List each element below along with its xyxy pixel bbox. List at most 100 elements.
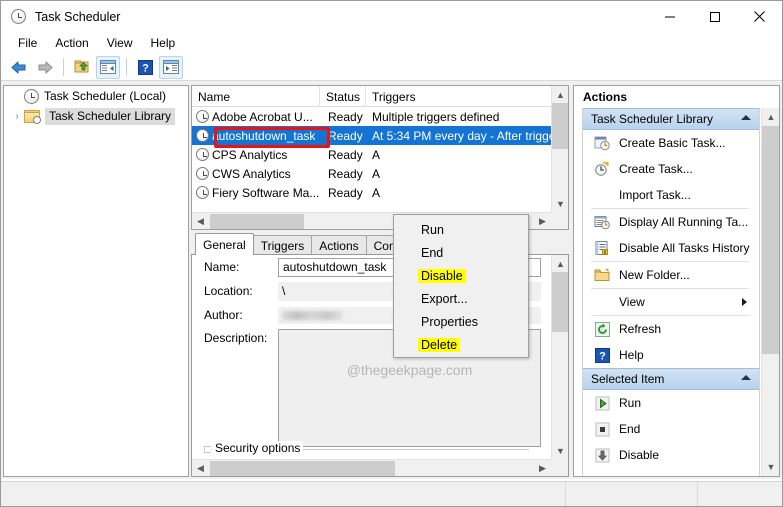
column-header-status[interactable]: Status bbox=[320, 86, 366, 107]
scroll-thumb-h[interactable] bbox=[210, 214, 304, 229]
action-label: Disable All Tasks History bbox=[619, 241, 750, 255]
main-area: Task Scheduler (Local) › Task Scheduler … bbox=[1, 81, 782, 479]
scroll-thumb-h[interactable] bbox=[210, 461, 395, 476]
scroll-thumb[interactable] bbox=[552, 272, 568, 332]
scroll-thumb[interactable] bbox=[552, 103, 568, 149]
actions-vertical-scrollbar[interactable]: ▲ ▼ bbox=[761, 108, 779, 476]
clock-icon bbox=[192, 167, 212, 180]
scroll-down-icon[interactable]: ▼ bbox=[762, 458, 779, 476]
tree-item-task-scheduler-library[interactable]: › Task Scheduler Library bbox=[4, 106, 188, 126]
clock-icon bbox=[192, 129, 212, 142]
scroll-down-icon[interactable]: ▼ bbox=[552, 195, 568, 212]
disable-icon bbox=[591, 446, 613, 464]
action-disable[interactable]: Disable bbox=[583, 442, 759, 468]
task-triggers: A bbox=[372, 166, 381, 181]
task-triggers: At 5:34 PM every day - After triggered, … bbox=[372, 128, 562, 143]
details-horizontal-scrollbar[interactable]: ◀ ▶ bbox=[192, 459, 551, 476]
task-name: Fiery Software Ma... bbox=[212, 185, 320, 200]
action-create-basic-task[interactable]: Create Basic Task... bbox=[583, 130, 759, 156]
tab-general[interactable]: General bbox=[195, 233, 254, 255]
scroll-thumb[interactable] bbox=[762, 126, 779, 354]
action-label: Export... bbox=[619, 474, 664, 476]
context-menu: Run End Disable Export... Properties Del… bbox=[393, 214, 529, 358]
context-menu-item-end[interactable]: End bbox=[394, 241, 528, 264]
tree-item-task-scheduler-local[interactable]: Task Scheduler (Local) bbox=[4, 86, 188, 106]
clock-icon bbox=[11, 8, 27, 25]
toolbar-separator bbox=[63, 58, 64, 76]
tab-triggers[interactable]: Triggers bbox=[252, 235, 313, 255]
context-menu-item-disable[interactable]: Disable bbox=[394, 264, 528, 287]
action-export[interactable]: Export... bbox=[583, 468, 759, 476]
action-disable-all-tasks-history[interactable]: Disable All Tasks History bbox=[583, 235, 759, 261]
menu-view[interactable]: View bbox=[98, 33, 142, 53]
scroll-down-icon[interactable]: ▼ bbox=[552, 442, 568, 459]
help-icon[interactable]: ? bbox=[133, 56, 157, 79]
action-label: View bbox=[619, 295, 645, 309]
menu-file[interactable]: File bbox=[9, 33, 46, 53]
actions-group-header-library[interactable]: Task Scheduler Library bbox=[583, 108, 759, 130]
scroll-right-icon[interactable]: ▶ bbox=[534, 213, 551, 229]
show-hide-action-pane-icon[interactable] bbox=[159, 55, 183, 79]
actions-group-header-selected-item[interactable]: Selected Item bbox=[583, 368, 759, 390]
action-refresh[interactable]: Refresh bbox=[583, 316, 759, 342]
up-folder-icon[interactable] bbox=[70, 56, 94, 79]
scroll-up-icon[interactable]: ▲ bbox=[552, 255, 568, 272]
action-end[interactable]: End bbox=[583, 416, 759, 442]
toolbar: ? bbox=[1, 54, 782, 81]
context-menu-item-properties[interactable]: Properties bbox=[394, 310, 528, 333]
task-list-vertical-scrollbar[interactable]: ▲ ▼ bbox=[551, 86, 568, 212]
forward-arrow-icon[interactable] bbox=[33, 56, 57, 79]
actions-pane: Actions Task Scheduler Library Create Ba… bbox=[573, 85, 780, 477]
window-title: Task Scheduler bbox=[35, 9, 121, 24]
action-run[interactable]: Run bbox=[583, 390, 759, 416]
back-arrow-icon[interactable] bbox=[7, 56, 31, 79]
action-label: Create Task... bbox=[619, 162, 693, 176]
window-controls bbox=[647, 1, 782, 32]
action-import-task[interactable]: Import Task... bbox=[583, 182, 759, 208]
table-row[interactable]: Adobe Acrobat U... Ready Multiple trigge… bbox=[192, 107, 568, 126]
scroll-left-icon[interactable]: ◀ bbox=[192, 460, 209, 476]
show-hide-console-tree-icon[interactable] bbox=[96, 55, 120, 79]
scroll-up-icon[interactable]: ▲ bbox=[762, 108, 779, 126]
column-header-name[interactable]: Name bbox=[192, 86, 320, 107]
action-label: Create Basic Task... bbox=[619, 136, 726, 150]
context-menu-item-export[interactable]: Export... bbox=[394, 287, 528, 310]
action-label: End bbox=[619, 422, 641, 436]
scroll-up-icon[interactable]: ▲ bbox=[552, 86, 568, 103]
menu-help[interactable]: Help bbox=[142, 33, 185, 53]
table-row[interactable]: CWS Analytics Ready A bbox=[192, 164, 568, 183]
action-label: Refresh bbox=[619, 322, 662, 336]
svg-text:?: ? bbox=[142, 62, 149, 74]
scroll-left-icon[interactable]: ◀ bbox=[192, 213, 209, 229]
svg-text:?: ? bbox=[599, 350, 606, 362]
table-row-selected[interactable]: autoshutdown_task Ready At 5:34 PM every… bbox=[192, 126, 568, 148]
context-menu-label: Delete bbox=[418, 337, 461, 352]
details-vertical-scrollbar[interactable]: ▲ ▼ bbox=[551, 255, 568, 459]
table-row[interactable]: CPS Analytics Ready A bbox=[192, 145, 568, 164]
clock-icon bbox=[24, 88, 39, 104]
action-label: Disable bbox=[619, 448, 660, 462]
field-label-name: Name: bbox=[204, 260, 240, 274]
collapse-chevron-icon[interactable] bbox=[741, 375, 751, 380]
action-display-all-running-tasks[interactable]: Display All Running Ta... bbox=[583, 209, 759, 235]
scroll-right-icon[interactable]: ▶ bbox=[534, 460, 551, 476]
collapse-chevron-icon[interactable] bbox=[741, 115, 751, 120]
chevron-right-icon[interactable]: › bbox=[10, 111, 24, 122]
action-create-task[interactable]: Create Task... bbox=[583, 156, 759, 182]
close-button[interactable] bbox=[737, 1, 782, 32]
context-menu-label: End bbox=[421, 245, 444, 260]
field-label-description: Description: bbox=[204, 331, 268, 345]
context-menu-item-run[interactable]: Run bbox=[394, 218, 528, 241]
no-icon bbox=[591, 186, 613, 204]
menu-action[interactable]: Action bbox=[46, 33, 97, 53]
context-menu-item-delete[interactable]: Delete bbox=[394, 333, 528, 356]
tab-actions[interactable]: Actions bbox=[311, 235, 367, 255]
action-view[interactable]: View bbox=[583, 289, 759, 315]
folder-clock-icon bbox=[24, 109, 41, 124]
action-help[interactable]: ? Help bbox=[583, 342, 759, 368]
minimize-button[interactable] bbox=[647, 1, 692, 32]
table-row[interactable]: Fiery Software Ma... Ready A bbox=[192, 183, 568, 202]
maximize-button[interactable] bbox=[692, 1, 737, 32]
column-header-triggers[interactable]: Triggers bbox=[366, 86, 551, 107]
action-new-folder[interactable]: New Folder... bbox=[583, 262, 759, 288]
